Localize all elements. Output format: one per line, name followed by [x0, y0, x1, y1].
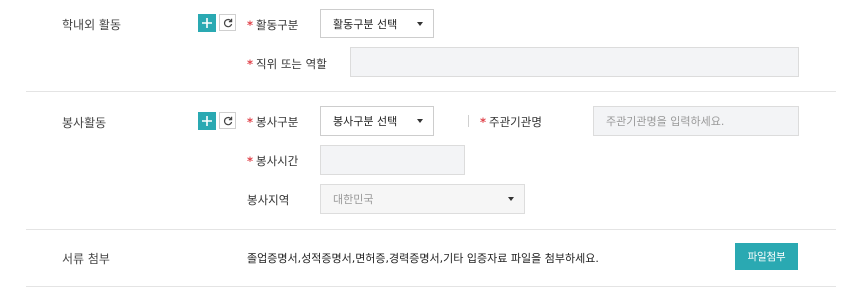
caret-down-icon [417, 119, 423, 123]
required-mark: * [247, 18, 254, 32]
organization-label-text: 주관기관명 [489, 115, 542, 129]
activity-type-label-text: 활동구분 [256, 18, 299, 32]
reset-volunteer-button[interactable] [219, 112, 236, 129]
refresh-icon [223, 116, 232, 125]
volunteer-region-label: 봉사지역 [247, 193, 290, 207]
volunteer-hours-label-text: 봉사시간 [256, 154, 299, 168]
volunteer-type-label: * 봉사구분 [247, 114, 298, 130]
volunteer-hours-label: * 봉사시간 [247, 153, 298, 169]
caret-down-icon [417, 21, 423, 26]
section-title-volunteer: 봉사활동 [62, 116, 107, 130]
divider [26, 286, 836, 287]
volunteer-region-select-value: 대한민국 [333, 193, 374, 206]
position-label-text: 직위 또는 역할 [256, 57, 327, 71]
add-campus-activity-button[interactable] [198, 14, 216, 32]
attach-file-button[interactable]: 파일첨부 [735, 243, 798, 270]
required-mark: * [247, 154, 254, 168]
position-input[interactable] [350, 47, 799, 77]
required-mark: * [247, 115, 254, 129]
organization-label: * 주관기관명 [480, 114, 542, 130]
required-mark: * [247, 57, 254, 71]
volunteer-type-label-text: 봉사구분 [256, 115, 299, 129]
position-label: * 직위 또는 역할 [247, 56, 327, 72]
volunteer-hours-input[interactable] [320, 145, 465, 175]
volunteer-region-select[interactable]: 대한민국 [320, 184, 525, 214]
reset-campus-activity-button[interactable] [219, 14, 236, 31]
refresh-icon [223, 18, 232, 27]
attachment-notice: 졸업증명서,성적증명서,면허증,경력증명서,기타 입증자료 파일을 첨부하세요. [247, 252, 599, 265]
volunteer-type-select[interactable]: 봉사구분 선택 [320, 106, 434, 136]
plus-icon [202, 18, 212, 28]
required-mark: * [480, 115, 487, 129]
organization-input[interactable] [593, 106, 799, 136]
section-title-campus-activity: 학내외 활동 [62, 18, 122, 32]
volunteer-type-select-value: 봉사구분 선택 [333, 115, 398, 128]
attachment-section: 서류 첨부 졸업증명서,성적증명서,면허증,경력증명서,기타 입증자료 파일을 … [0, 230, 856, 286]
activity-type-select-value: 활동구분 선택 [333, 17, 398, 31]
caret-down-icon [508, 197, 514, 201]
campus-activity-section: 학내외 활동 * 활동구분 활동구분 선택 * 직위 또는 역할 [0, 0, 856, 91]
activity-type-label: * 활동구분 [247, 17, 298, 33]
volunteer-section: 봉사활동 *봉사구분 봉사구분 선택 *주관기관명 *봉사시간 봉사지역 대한민… [0, 92, 856, 229]
activity-type-select[interactable]: 활동구분 선택 [320, 9, 434, 38]
section-title-attachment: 서류 첨부 [62, 252, 110, 266]
add-volunteer-button[interactable] [198, 112, 216, 130]
plus-icon [202, 116, 212, 126]
field-separator [468, 115, 469, 127]
